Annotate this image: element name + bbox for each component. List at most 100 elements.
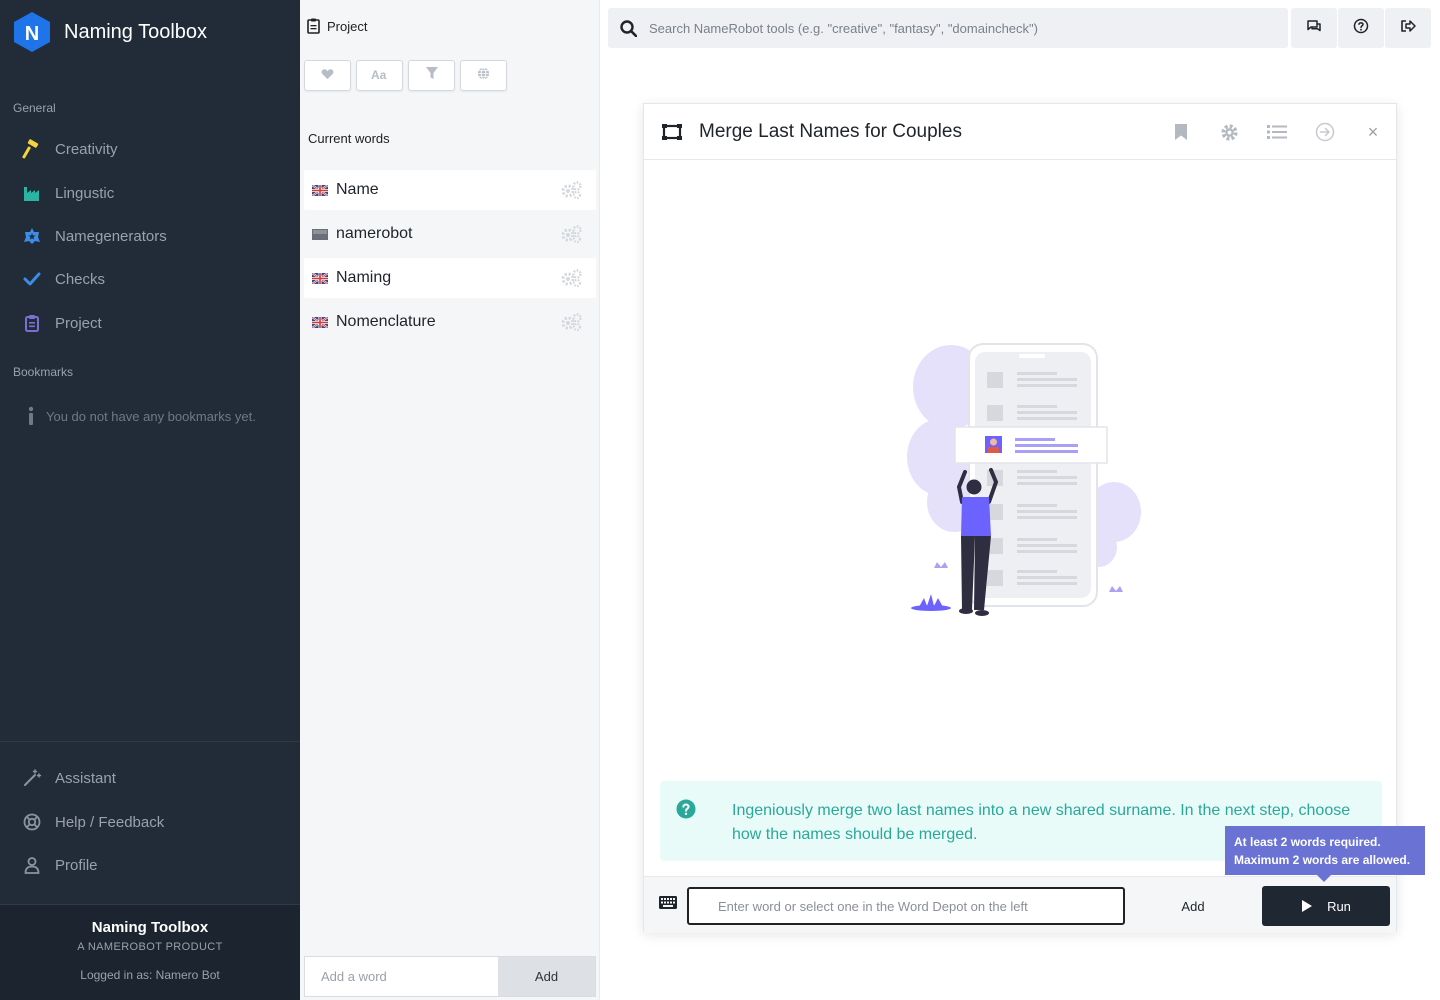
add-word-input[interactable]: [305, 957, 498, 996]
current-words-title: Current words: [308, 131, 390, 146]
run-button[interactable]: Run: [1262, 886, 1390, 926]
help-circle-icon: [1353, 18, 1369, 39]
close-icon[interactable]: ×: [1361, 120, 1385, 144]
svg-text:Aa: Aa: [371, 68, 387, 80]
chat-button[interactable]: [1291, 8, 1337, 48]
word-text: Nomenclature: [336, 313, 436, 330]
nav-item-lingustic[interactable]: Lingustic: [22, 181, 114, 205]
merge-frame-icon: [662, 123, 682, 140]
filter-button[interactable]: [408, 60, 455, 91]
section-title-bookmarks: Bookmarks: [13, 365, 74, 379]
help-button[interactable]: [1338, 8, 1384, 48]
nav-item-label: Project: [55, 314, 102, 332]
check-icon: [22, 269, 42, 289]
bookmarks-empty-text: You do not have any bookmarks yet.: [46, 408, 256, 424]
heart-icon: [321, 67, 334, 85]
word-item-nomenclature[interactable]: Nomenclature: [304, 302, 596, 342]
add-word-row: Add: [304, 956, 596, 997]
globe-icon: [477, 66, 490, 85]
language-filter-button[interactable]: [460, 60, 507, 91]
word-input-row: Add Run: [644, 876, 1396, 933]
word-text: Naming: [336, 269, 392, 286]
nav-item-label: Creativity: [55, 140, 118, 158]
nav-item-label: Help / Feedback: [55, 813, 165, 831]
add-word-to-tool-button[interactable]: Add: [1149, 887, 1237, 925]
nav-item-assistant[interactable]: Assistant: [22, 766, 116, 790]
word-item-name[interactable]: Name: [304, 170, 596, 210]
font-case-filter-button[interactable]: Aa: [356, 60, 403, 91]
nav-item-profile[interactable]: Profile: [22, 853, 98, 877]
nav-item-project[interactable]: Project: [22, 311, 102, 335]
sidebar-divider: [0, 741, 300, 742]
add-word-button[interactable]: Add: [498, 957, 595, 996]
hammer-icon: [22, 139, 42, 159]
favorites-filter-button[interactable]: [304, 60, 351, 91]
sidebar: N Naming Toolbox General Creativity Ling…: [0, 0, 300, 1000]
footer-subtitle: A NAMEROBOT PRODUCT: [77, 941, 223, 953]
clipboard-icon: [22, 313, 42, 333]
bookmark-icon[interactable]: [1169, 120, 1193, 144]
filter-icon: [425, 66, 438, 85]
search-input[interactable]: [649, 8, 1288, 48]
nav-item-label: Namegenerators: [55, 227, 167, 245]
app-title: Naming Toolbox: [64, 20, 208, 43]
footer-title: Naming Toolbox: [91, 919, 209, 936]
tooltip-line-max: Maximum 2 words are allowed.: [1234, 853, 1411, 867]
search-icon: [620, 19, 637, 37]
sidebar-footer: Naming Toolbox A NAMEROBOT PRODUCT Logge…: [0, 904, 300, 1000]
gears-icon[interactable]: [561, 313, 583, 331]
word-count-tooltip: At least 2 words required. Maximum 2 wor…: [1225, 826, 1425, 882]
nav-item-help-feedback[interactable]: Help / Feedback: [22, 810, 164, 834]
clipboard-icon: [307, 18, 320, 34]
word-item-namerobot[interactable]: namerobot: [304, 214, 596, 254]
word-item-naming[interactable]: Naming: [304, 258, 596, 298]
run-button-label: Run: [1327, 898, 1351, 914]
gears-icon[interactable]: [561, 269, 583, 287]
uk-flag-icon: [312, 272, 328, 284]
tool-card: Merge Last Names for Couples × Ingenious…: [643, 103, 1397, 933]
nav-item-label: Assistant: [55, 769, 116, 787]
brand[interactable]: N Naming Toolbox: [12, 10, 207, 54]
info-icon: [24, 406, 38, 426]
neutral-flag-icon: [312, 228, 328, 240]
play-icon: [1301, 899, 1313, 913]
star-badge-icon: [22, 226, 42, 246]
question-circle-icon: [676, 799, 696, 819]
filter-row: Aa: [304, 60, 507, 91]
gears-icon[interactable]: [561, 225, 583, 243]
nav-item-creativity[interactable]: Creativity: [22, 137, 118, 161]
logout-button[interactable]: [1385, 8, 1431, 48]
nav-item-namegenerators[interactable]: Namegenerators: [22, 224, 167, 248]
keyboard-icon[interactable]: [659, 896, 677, 909]
tooltip-line-min: At least 2 words required.: [1234, 835, 1381, 849]
uk-flag-icon: [312, 184, 328, 196]
word-text: namerobot: [336, 225, 413, 242]
word-input[interactable]: [687, 887, 1125, 925]
magic-wand-icon: [22, 768, 42, 788]
lifebuoy-icon: [22, 812, 42, 832]
nav-item-label: Checks: [55, 270, 106, 288]
list-icon[interactable]: [1265, 120, 1289, 144]
panel-header: Project: [307, 18, 367, 34]
gear-icon[interactable]: [1217, 120, 1241, 144]
factory-icon: [22, 183, 42, 203]
bookmarks-empty-state: You do not have any bookmarks yet.: [24, 406, 256, 426]
tool-title: Merge Last Names for Couples: [699, 120, 962, 142]
app-logo: N: [12, 10, 52, 54]
nav-item-label: Profile: [55, 856, 98, 874]
section-title-general: General: [13, 101, 56, 115]
gears-icon[interactable]: [561, 181, 583, 199]
panel-title: Project: [327, 18, 368, 34]
uk-flag-icon: [312, 316, 328, 328]
word-text: Name: [336, 181, 379, 198]
arrow-circle-right-icon[interactable]: [1313, 120, 1337, 144]
nav-item-checks[interactable]: Checks: [22, 267, 105, 291]
chat-icon: [1306, 19, 1322, 38]
card-header: Merge Last Names for Couples ×: [644, 104, 1396, 160]
project-panel: Project Aa Current words Name namerobot …: [300, 0, 600, 1000]
svg-text:N: N: [25, 23, 39, 45]
nav-item-label: Lingustic: [55, 184, 115, 202]
logged-in-user: Logged in as: Namero Bot: [80, 968, 220, 982]
font-case-icon: Aa: [371, 67, 389, 85]
logout-icon: [1400, 19, 1416, 38]
